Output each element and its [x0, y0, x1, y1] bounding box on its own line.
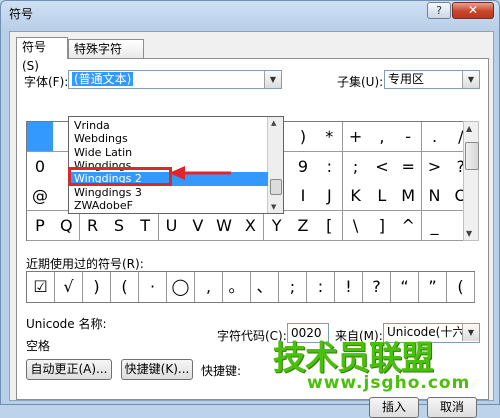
unicode-name-value: 空格	[26, 339, 51, 353]
recent-symbol-cell[interactable]: :	[307, 272, 335, 302]
recent-symbol-cell[interactable]: ◯	[167, 272, 195, 302]
symbol-cell[interactable]: K	[342, 181, 370, 211]
symbol-cell[interactable]: S	[105, 210, 133, 241]
subset-select[interactable]: 专用区 ▼	[384, 70, 480, 89]
recent-symbol-cell[interactable]: 、	[251, 272, 279, 302]
recent-symbol-cell[interactable]: ,	[195, 272, 223, 302]
symbol-cell[interactable]: N	[421, 181, 449, 211]
symbol-cell[interactable]: 0	[27, 151, 54, 182]
symbol-cell[interactable]: )	[290, 122, 317, 152]
symbol-cell[interactable]: J	[316, 181, 344, 211]
symbol-cell[interactable]: -	[395, 122, 423, 152]
recent-symbol-cell[interactable]: !	[335, 272, 363, 302]
font-select-value: (普通文本)	[72, 72, 134, 86]
recent-symbol-cell[interactable]: ”	[419, 272, 447, 302]
scroll-up-arrow-icon[interactable]: ▲	[466, 124, 472, 133]
symbol-cell[interactable]: M	[395, 181, 423, 211]
recent-symbol-cell[interactable]: 。	[223, 272, 251, 302]
recent-symbol-cell[interactable]: (	[447, 272, 475, 302]
symbol-cell[interactable]: Y	[263, 210, 291, 241]
annotation-highlight-box	[68, 167, 172, 186]
symbol-cell[interactable]: [	[316, 210, 344, 241]
chevron-down-icon[interactable]: ▼	[462, 71, 479, 88]
scroll-up-arrow-icon[interactable]: ▲	[271, 119, 276, 127]
symbol-cell-selected[interactable]	[27, 122, 54, 152]
symbol-cell[interactable]: V	[184, 210, 212, 241]
symbol-cell[interactable]: *	[316, 122, 344, 152]
title-bar[interactable]: 符号 ? ✕	[1, 1, 499, 23]
symbol-cell[interactable]: ,	[368, 122, 396, 152]
symbol-cell[interactable]: \	[342, 210, 370, 241]
font-select[interactable]: (普通文本) ▼	[68, 70, 282, 89]
symbol-dialog: 符号 ? ✕ 符号(S) 特殊字符(P) 字体(F): (普通文本) ▼ 子集(…	[0, 0, 500, 418]
watermark-url: www.jsgho.com	[307, 373, 471, 393]
symbol-cell[interactable]: Q	[53, 210, 81, 241]
symbol-cell[interactable]: T	[132, 210, 160, 241]
symbol-cell[interactable]: +	[342, 122, 370, 152]
font-option[interactable]: Wide Latin	[71, 146, 268, 160]
symbol-cell[interactable]: _	[421, 210, 449, 241]
font-option[interactable]: Webdings	[71, 132, 268, 146]
symbol-cell[interactable]: ^	[395, 210, 423, 241]
font-option[interactable]: Vrinda	[71, 119, 268, 133]
symbol-cell[interactable]: ]	[368, 210, 396, 241]
symbol-cell[interactable]: L	[368, 181, 396, 211]
symbol-cell[interactable]: 9	[290, 151, 317, 182]
annotation-arrow-icon	[169, 166, 231, 180]
tab-symbols[interactable]: 符号(S)	[16, 37, 68, 73]
recent-symbol-cell[interactable]: √	[55, 272, 83, 302]
recent-symbol-cell[interactable]: ;	[279, 272, 307, 302]
symbol-grid-scrollbar[interactable]: ▲ ▼	[463, 121, 479, 241]
cancel-button[interactable]: 取消	[427, 397, 477, 418]
recent-symbols-label: 近期使用过的符号(R):	[26, 257, 144, 271]
font-option[interactable]: ZWAdobeF	[71, 199, 268, 213]
recent-symbol-cell[interactable]: )	[83, 272, 111, 302]
symbol-cell[interactable]: X	[237, 210, 265, 241]
shortcut-key-label: 快捷键:	[201, 364, 242, 378]
symbol-cell[interactable]: U	[158, 210, 186, 241]
symbol-cell[interactable]: =	[395, 151, 423, 182]
symbol-cell[interactable]: P	[27, 210, 54, 241]
tab-special-characters[interactable]: 特殊字符(P)	[68, 39, 144, 75]
symbol-cell[interactable]: R	[79, 210, 107, 241]
scroll-down-arrow-icon[interactable]: ▼	[271, 203, 276, 211]
help-button[interactable]: ?	[427, 2, 451, 19]
symbol-cell[interactable]: ;	[342, 151, 370, 182]
symbol-cell[interactable]: <	[368, 151, 396, 182]
chevron-down-icon[interactable]: ▼	[462, 324, 479, 341]
recent-symbol-cell[interactable]: “	[391, 272, 419, 302]
recent-symbols-row[interactable]: ☑ √)(· ◯,。、;:!? “”(	[26, 271, 475, 303]
subset-label: 子集(U):	[337, 75, 384, 89]
font-option[interactable]: Wingdings 3	[71, 186, 268, 200]
subset-select-value: 专用区	[388, 72, 425, 86]
symbol-cell[interactable]: I	[290, 181, 317, 211]
font-dropdown-scrollbar[interactable]: ▲ ▼	[267, 117, 283, 213]
recent-symbol-cell[interactable]: ☑	[27, 272, 55, 302]
insert-button[interactable]: 插入	[369, 397, 419, 418]
recent-symbol-cell[interactable]: (	[111, 272, 139, 302]
symbol-cell[interactable]: :	[316, 151, 344, 182]
recent-symbol-cell[interactable]: ·	[139, 272, 167, 302]
recent-symbol-cell[interactable]: ?	[363, 272, 391, 302]
symbol-cell[interactable]: .	[421, 122, 449, 152]
chevron-down-icon[interactable]: ▼	[264, 71, 281, 88]
autocorrect-button[interactable]: 自动更正(A)...	[26, 359, 112, 380]
symbol-cell[interactable]: Z	[290, 210, 317, 241]
symbol-cell[interactable]: @	[27, 181, 54, 211]
shortcut-key-button[interactable]: 快捷键(K)...	[121, 359, 193, 380]
watermark-logo-text: 技术员联盟	[273, 338, 434, 377]
scrollbar-thumb[interactable]	[270, 179, 282, 195]
symbol-cell[interactable]: W	[211, 210, 239, 241]
unicode-name-label: Unicode 名称:	[26, 317, 107, 331]
scroll-down-arrow-icon[interactable]: ▼	[466, 229, 472, 238]
dialog-title: 符号	[9, 7, 34, 21]
symbol-cell[interactable]: >	[421, 151, 449, 182]
close-button[interactable]: ✕	[452, 2, 494, 19]
scrollbar-thumb[interactable]	[465, 142, 479, 170]
